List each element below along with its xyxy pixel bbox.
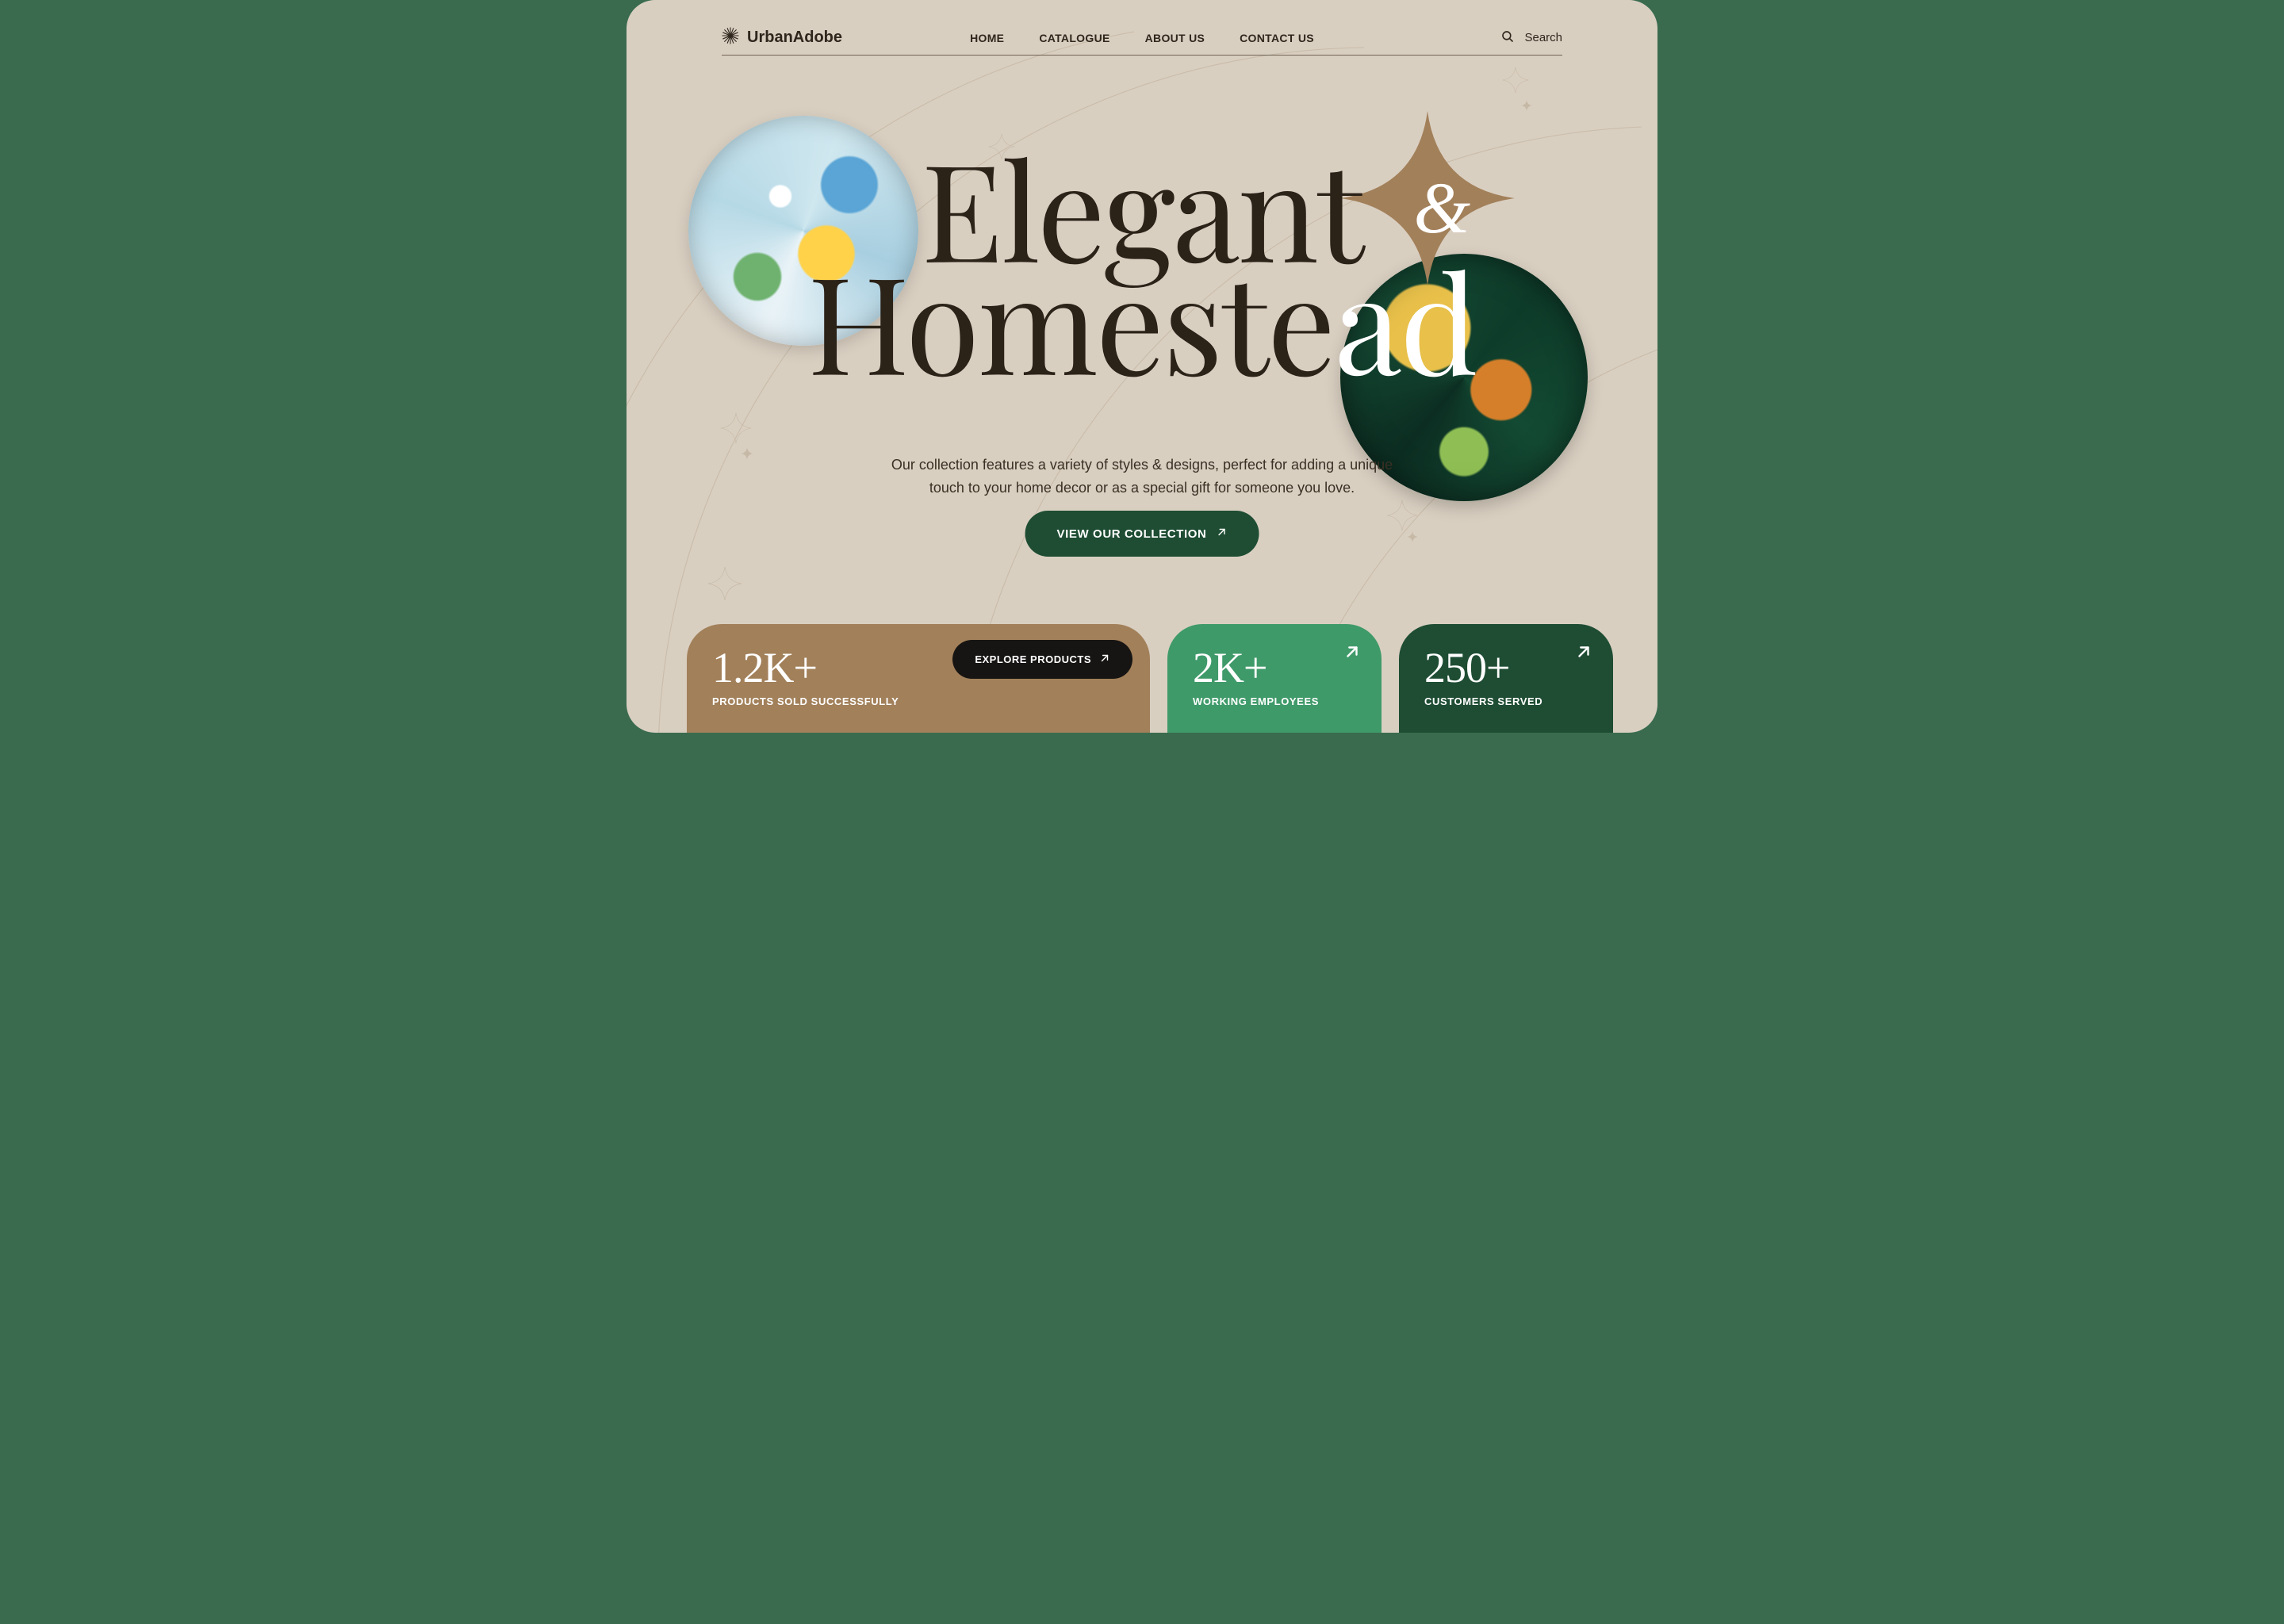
nav-link-about[interactable]: ABOUT US — [1145, 32, 1205, 44]
sparkle-icon — [720, 412, 752, 444]
view-collection-button[interactable]: VIEW OUR COLLECTION — [1025, 511, 1259, 557]
hero-ampersand: & — [1413, 171, 1470, 244]
sparkle-icon — [1009, 159, 1018, 168]
sparkle-icon — [1502, 67, 1529, 94]
arrow-up-right-icon — [1343, 643, 1361, 665]
stat-value: 2K+ — [1193, 646, 1356, 689]
sparkle-icon — [1386, 500, 1418, 531]
sparkle-icon — [988, 133, 1015, 160]
sparkle-icon — [1521, 100, 1532, 111]
hero-art-plate-left — [688, 116, 918, 346]
header: UrbanAdobe HOME CATALOGUE ABOUT US CONTA… — [722, 21, 1562, 56]
sparkle-icon — [707, 566, 742, 601]
explore-products-button[interactable]: EXPLORE PRODUCTS — [952, 640, 1132, 679]
stat-label: CUSTOMERS SERVED — [1424, 695, 1588, 707]
starburst-icon — [722, 27, 739, 49]
arrow-up-right-icon — [1099, 653, 1110, 666]
stat-card-products: 1.2K+ PRODUCTS SOLD SUCCESSFULLY EXPLORE… — [687, 624, 1150, 733]
arrow-up-right-icon — [1575, 643, 1592, 665]
stats-row: 1.2K+ PRODUCTS SOLD SUCCESSFULLY EXPLORE… — [687, 624, 1597, 733]
nav-link-contact[interactable]: CONTACT US — [1240, 32, 1314, 44]
search-trigger[interactable]: Search — [1500, 29, 1562, 47]
hero-sub-line-1: Our collection features a variety of sty… — [627, 454, 1657, 477]
hero-sub-line-2: touch to your home decor or as a special… — [627, 477, 1657, 500]
stat-value: 250+ — [1424, 646, 1588, 689]
nav-link-catalogue[interactable]: CATALOGUE — [1039, 32, 1109, 44]
cta-label: VIEW OUR COLLECTION — [1057, 527, 1207, 541]
stat-card-customers[interactable]: 250+ CUSTOMERS SERVED — [1399, 624, 1613, 733]
stat-label: PRODUCTS SOLD SUCCESSFULLY — [712, 695, 1125, 707]
page-root: UrbanAdobe HOME CATALOGUE ABOUT US CONTA… — [627, 0, 1657, 733]
hero-subcopy: Our collection features a variety of sty… — [627, 454, 1657, 500]
brand-name: UrbanAdobe — [747, 29, 842, 47]
search-label: Search — [1524, 31, 1562, 44]
nav-link-home[interactable]: HOME — [970, 32, 1004, 44]
stat-label: WORKING EMPLOYEES — [1193, 695, 1356, 707]
explore-label: EXPLORE PRODUCTS — [975, 653, 1091, 665]
primary-nav: HOME CATALOGUE ABOUT US CONTACT US — [970, 32, 1314, 44]
brand-logo[interactable]: UrbanAdobe — [722, 27, 842, 49]
arrow-up-right-icon — [1216, 527, 1227, 541]
sparkle-icon — [1407, 531, 1418, 542]
search-icon — [1500, 29, 1515, 47]
stat-card-employees[interactable]: 2K+ WORKING EMPLOYEES — [1167, 624, 1382, 733]
